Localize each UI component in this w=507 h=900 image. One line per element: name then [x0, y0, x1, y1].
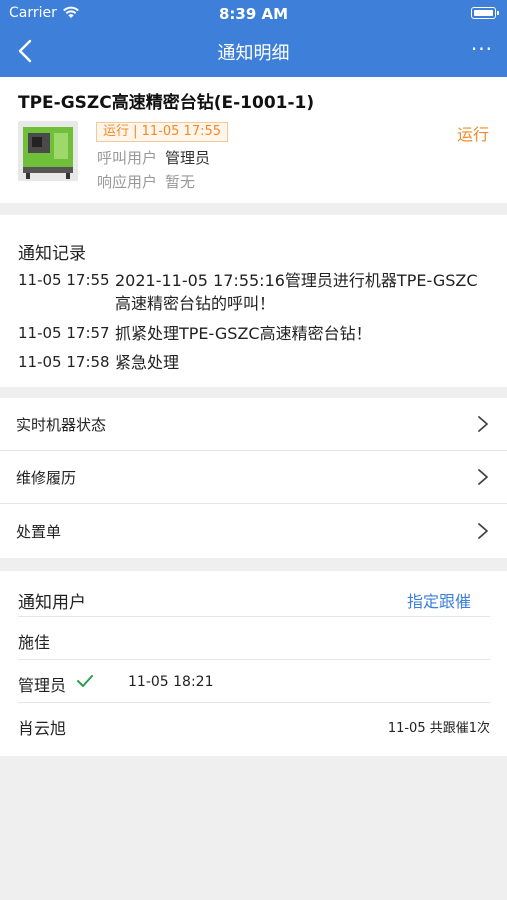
menu-card: 实时机器状态 维修履历 处置单	[0, 398, 507, 558]
user-name: 管理员	[18, 676, 67, 695]
machine-title: TPE-GSZC高速精密台钻(E-1001-1)	[18, 93, 315, 113]
menu-item-label: 维修履历	[16, 469, 77, 487]
header: Carrier 8:39 AM 通知明细 ···	[0, 0, 507, 77]
user-name: 施佳	[18, 633, 51, 652]
record-time: 11-05 17:55	[18, 271, 110, 289]
user-row: 管理员 11-05 18:21	[18, 659, 490, 702]
caller-row: 呼叫用户 管理员	[97, 147, 210, 168]
caller-label: 呼叫用户	[97, 149, 158, 167]
user-name: 肖云旭	[18, 719, 67, 738]
check-icon	[77, 675, 93, 687]
menu-item-label: 处置单	[16, 523, 62, 541]
record-text: 2021-11-05 17:55:16管理员进行机器TPE-GSZC高速精密台钻…	[115, 271, 478, 313]
menu-item-label: 实时机器状态	[16, 416, 107, 434]
status-bar: Carrier 8:39 AM	[0, 0, 507, 28]
machine-image	[18, 121, 78, 181]
user-row: 肖云旭 11-05 共跟催1次	[18, 702, 490, 745]
page-title: 通知明细	[217, 43, 290, 64]
chevron-right-icon	[478, 523, 488, 539]
user-row: 施佳	[18, 616, 490, 659]
chevron-right-icon	[478, 416, 488, 432]
status-badge: 运行 | 11-05 17:55	[96, 122, 229, 142]
responder-row: 响应用户 暂无	[97, 171, 195, 192]
record-time: 11-05 17:58	[18, 353, 110, 371]
user-response-time: 11-05 18:21	[128, 674, 214, 690]
users-title: 通知用户	[18, 593, 86, 613]
caller-value: 管理员	[165, 149, 211, 167]
responder-value: 暂无	[165, 173, 196, 191]
menu-item-realtime-status[interactable]: 实时机器状态	[0, 398, 507, 451]
records-title: 通知记录	[18, 244, 86, 264]
machine-status: 运行	[456, 125, 489, 144]
records-card: 通知记录 11-05 17:55 2021-11-05 17:55:16管理员进…	[0, 215, 507, 387]
status-time: 8:39 AM	[218, 5, 289, 23]
menu-item-disposal-order[interactable]: 处置单	[0, 505, 507, 558]
user-followup-count: 11-05 共跟催1次	[387, 721, 490, 736]
record-text: 紧急处理	[115, 353, 180, 372]
machine-card: TPE-GSZC高速精密台钻(E-1001-1) 运行 | 11-05 17:5…	[0, 77, 507, 203]
users-card: 通知用户 指定跟催 施佳 管理员 11-05 18:21 肖云旭 11-05 共…	[0, 571, 507, 756]
responder-label: 响应用户	[97, 173, 158, 191]
record-time: 11-05 17:57	[18, 324, 110, 342]
battery-icon	[471, 7, 499, 19]
assign-followup-button[interactable]: 指定跟催	[407, 588, 471, 612]
chevron-right-icon	[478, 469, 488, 485]
more-button[interactable]: ···	[471, 37, 493, 61]
record-text: 抓紧处理TPE-GSZC高速精密台钻！	[115, 324, 372, 343]
menu-item-repair-history[interactable]: 维修履历	[0, 451, 507, 504]
